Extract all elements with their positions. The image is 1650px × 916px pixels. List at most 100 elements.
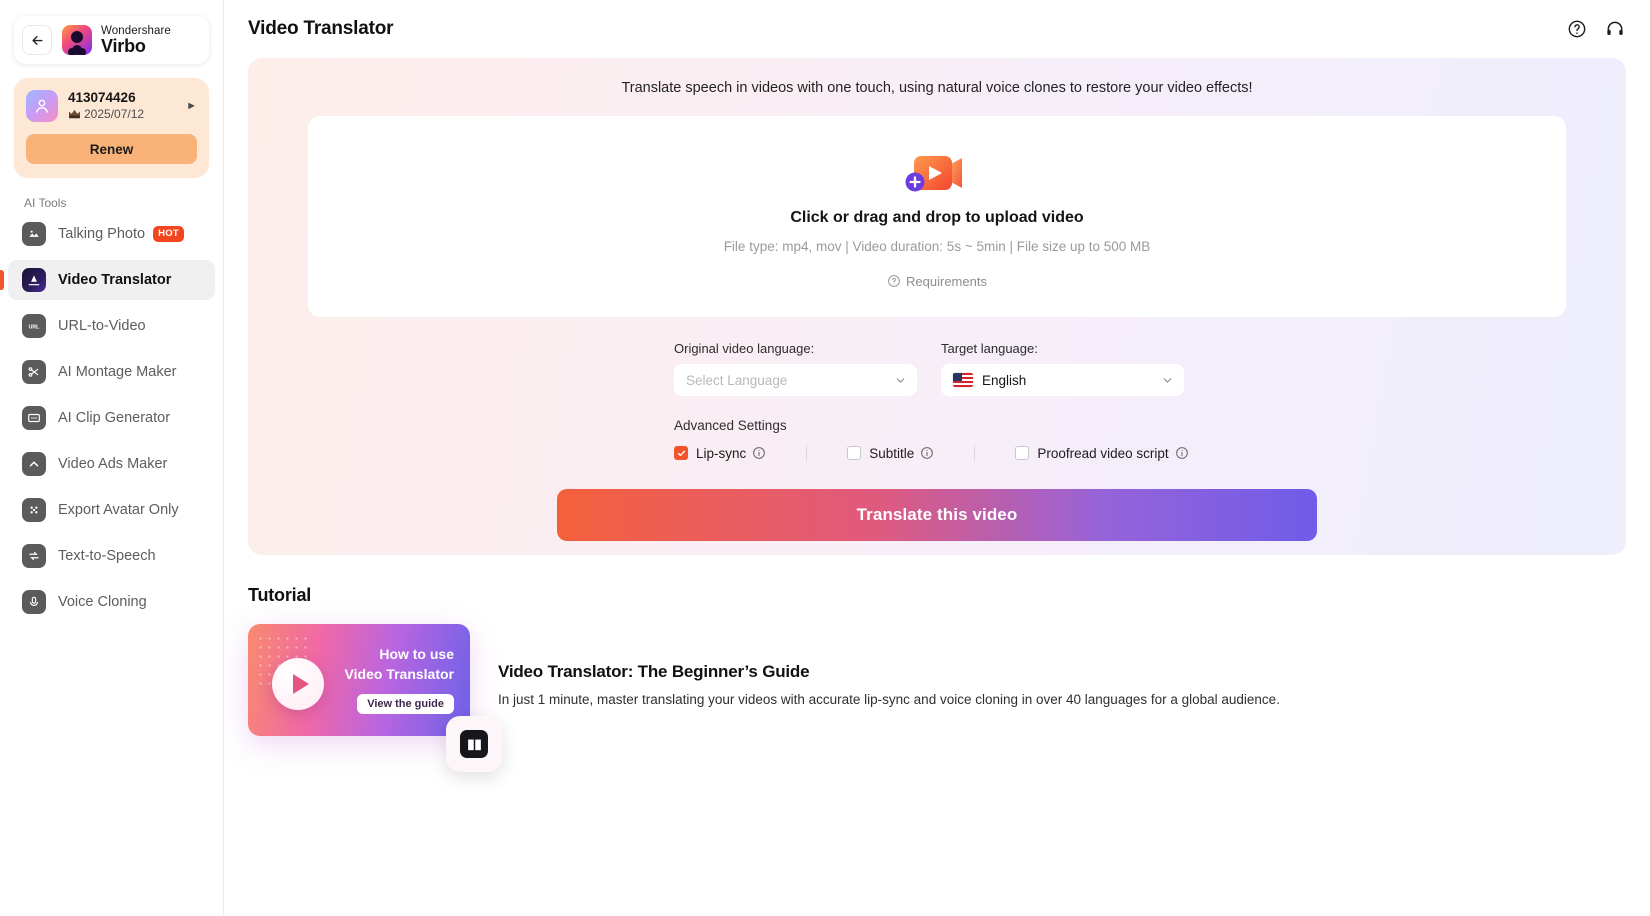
video-dropzone[interactable]: Click or drag and drop to upload video F…: [308, 116, 1566, 317]
tutorial-thumbnail[interactable]: How to use Video Translator View the gui…: [248, 624, 502, 772]
help-circle-icon: [1568, 20, 1586, 38]
sidebar-item-label: Video Ads Maker: [58, 456, 168, 472]
translate-video-button[interactable]: Translate this video: [557, 489, 1317, 541]
view-the-guide-button[interactable]: View the guide: [357, 694, 454, 714]
sidebar-item-label: AI Montage Maker: [58, 364, 177, 380]
help-button[interactable]: [1564, 16, 1590, 42]
play-button[interactable]: [272, 658, 324, 710]
sidebar-item-ai-montage-maker[interactable]: AI Montage Maker: [8, 352, 215, 392]
sidebar-item-label: Text-to-Speech: [58, 548, 156, 564]
account-row: 413074426 2025/07/12 ►: [26, 90, 197, 122]
book-icon: [460, 730, 488, 758]
subtitle-checkbox[interactable]: [847, 446, 862, 460]
crown-icon: [69, 110, 80, 119]
support-button[interactable]: [1602, 16, 1628, 42]
url-icon: URL: [22, 314, 46, 338]
account-expand-icon[interactable]: ►: [182, 100, 197, 112]
sidebar-item-video-translator[interactable]: Video Translator: [0, 260, 215, 300]
panel-tagline: Translate speech in videos with one touc…: [621, 80, 1253, 96]
check-icon: [677, 450, 685, 456]
sidebar-nav: Talking Photo HOT Video Translator URL U…: [0, 214, 223, 622]
option-label: Lip-sync: [696, 445, 747, 461]
option-proofread-video-script[interactable]: Proofread video script: [1015, 446, 1188, 461]
sidebar-item-voice-cloning[interactable]: Voice Cloning: [8, 582, 215, 622]
sidebar-item-label: Voice Cloning: [58, 594, 147, 610]
advanced-settings-label: Advanced Settings: [674, 418, 787, 433]
swap-icon: [22, 544, 46, 568]
play-icon: [292, 674, 309, 694]
original-language-select[interactable]: Select Language: [674, 364, 917, 396]
user-icon: [36, 99, 48, 113]
option-lip-sync[interactable]: Lip-sync: [674, 446, 766, 461]
account-card[interactable]: 413074426 2025/07/12 ► Renew: [14, 78, 209, 178]
arrow-left-icon: [31, 35, 43, 45]
account-info: 413074426 2025/07/12: [68, 90, 182, 121]
sidebar-item-label: AI Clip Generator: [58, 410, 171, 426]
original-language-label: Original video language:: [674, 341, 815, 356]
brand-card: Wondershare Virbo: [14, 16, 209, 64]
sidebar-item-text-to-speech[interactable]: Text-to-Speech: [8, 536, 215, 576]
target-language-group: Target language: English: [941, 341, 1184, 396]
scissors-icon: [22, 360, 46, 384]
target-language-label: Target language:: [941, 341, 1038, 356]
sidebar-section-label: AI Tools: [24, 196, 67, 210]
chevron-up-icon: [22, 452, 46, 476]
avatar: [26, 90, 58, 122]
target-language-value: English: [982, 372, 1027, 388]
tutorial-section: Tutorial How to use Video Translator Vie…: [248, 585, 1650, 772]
option-label: Proofread video script: [1037, 445, 1169, 461]
virbo-logo: [62, 25, 92, 55]
translator-panel: Translate speech in videos with one touc…: [248, 58, 1626, 555]
main-content: Video Translator Translate speech in vid…: [224, 0, 1650, 916]
sidebar-item-talking-photo[interactable]: Talking Photo HOT: [8, 214, 215, 254]
account-id: 413074426: [68, 90, 136, 106]
back-button[interactable]: [22, 25, 52, 55]
book-badge[interactable]: [446, 716, 502, 772]
original-language-value: Select Language: [686, 372, 788, 388]
info-icon[interactable]: [752, 446, 766, 460]
mic-icon: [22, 590, 46, 614]
sidebar-item-url-to-video[interactable]: URL URL-to-Video: [8, 306, 215, 346]
original-language-group: Original video language: Select Language: [674, 341, 917, 396]
brand-text: Wondershare Virbo: [101, 25, 171, 56]
tutorial-body: How to use Video Translator View the gui…: [248, 624, 1650, 772]
tutorial-heading: Video Translator: The Beginner’s Guide: [498, 662, 810, 681]
option-subtitle[interactable]: Subtitle: [847, 446, 934, 461]
option-divider: [974, 445, 976, 461]
sidebar-item-label: Talking Photo: [58, 226, 146, 242]
us-flag-icon: [953, 373, 973, 387]
proofread-checkbox[interactable]: [1015, 446, 1030, 460]
tutorial-description: In just 1 minute, master translating you…: [498, 692, 1280, 707]
main-header: Video Translator: [224, 0, 1650, 58]
app-root: Wondershare Virbo 413074426 2025/07/12 ►…: [0, 0, 1650, 916]
sidebar-item-video-ads-maker[interactable]: Video Ads Maker: [8, 444, 215, 484]
target-language-select[interactable]: English: [941, 364, 1184, 396]
info-icon[interactable]: [1175, 446, 1189, 460]
video-upload-icon: [902, 145, 972, 201]
page-title: Video Translator: [248, 18, 394, 39]
sidebar-item-label: URL-to-Video: [58, 318, 146, 334]
lip-sync-checkbox[interactable]: [674, 446, 688, 460]
requirements-link[interactable]: Requirements: [887, 274, 987, 289]
tutorial-text: Video Translator: The Beginner’s Guide I…: [498, 624, 1280, 736]
advanced-options: Lip-sync Subtitle Proofread video script: [674, 445, 1596, 461]
sidebar-item-ai-clip-generator[interactable]: AI Clip Generator: [8, 398, 215, 438]
chevron-down-icon: [1163, 377, 1172, 383]
image-icon: [22, 222, 46, 246]
headset-icon: [1607, 21, 1623, 35]
sidebar: Wondershare Virbo 413074426 2025/07/12 ►…: [0, 0, 224, 916]
requirements-label: Requirements: [906, 273, 987, 289]
language-row: Original video language: Select Language…: [674, 341, 1596, 396]
sidebar-item-label: Video Translator: [58, 272, 172, 288]
info-icon[interactable]: [920, 446, 934, 460]
grid-dots-icon: [22, 498, 46, 522]
chevron-down-icon: [896, 377, 905, 383]
option-divider: [806, 445, 808, 461]
tutorial-section-title: Tutorial: [248, 585, 312, 605]
clip-icon: [22, 406, 46, 430]
brand-product: Virbo: [101, 35, 146, 56]
sidebar-item-export-avatar-only[interactable]: Export Avatar Only: [8, 490, 215, 530]
renew-button[interactable]: Renew: [26, 134, 197, 164]
account-expiry-row: 2025/07/12: [68, 107, 182, 122]
option-label: Subtitle: [869, 445, 915, 461]
